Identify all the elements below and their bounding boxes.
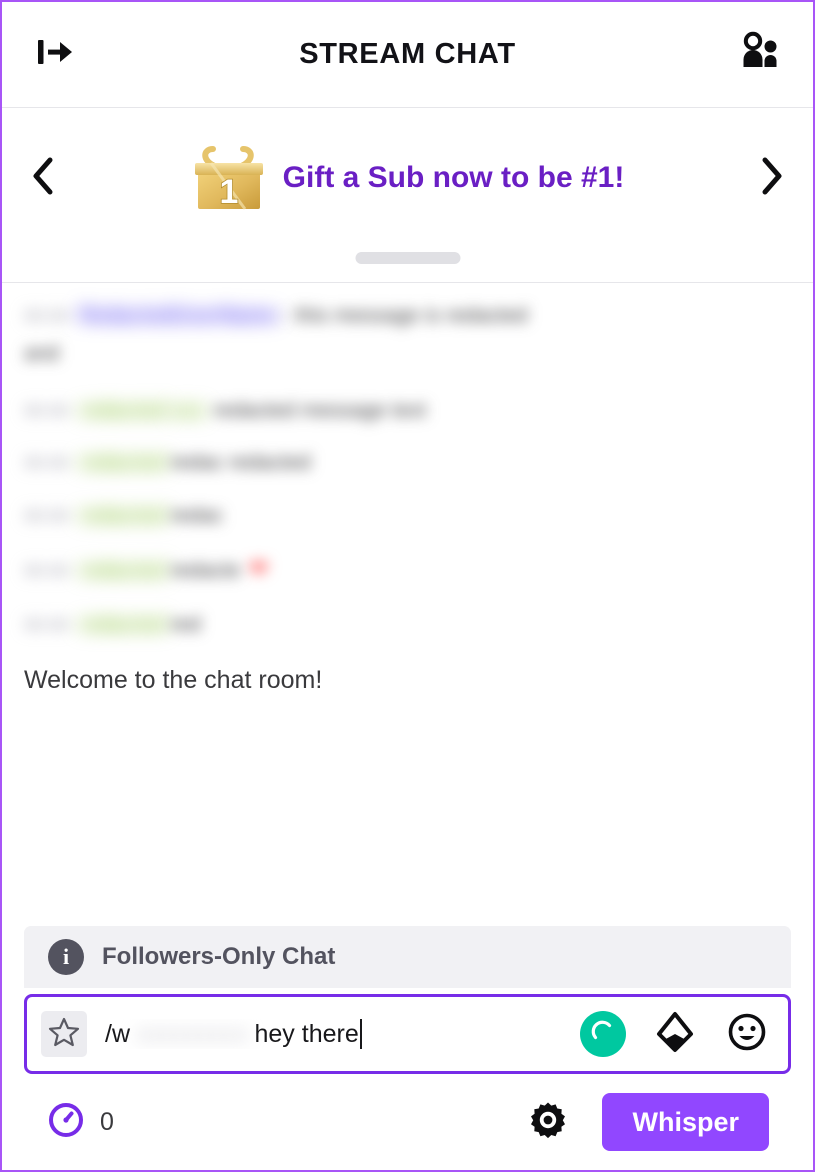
chat-input-container[interactable]: /w xxxxxxxxx hey there — [24, 994, 791, 1074]
message-timestamp: 00:00 — [24, 561, 70, 582]
channel-points-count: 0 — [100, 1107, 114, 1136]
message-list[interactable]: 00:00 RedactedUserName : this message is… — [2, 283, 813, 926]
promo-carousel: 1 Gift a Sub now to be #1! — [2, 108, 813, 283]
chat-input[interactable]: /w xxxxxxxxx hey there — [105, 1019, 566, 1049]
whisper-recipient-masked: xxxxxxxxx — [136, 1019, 249, 1048]
promo-banner[interactable]: 1 Gift a Sub now to be #1! — [66, 145, 749, 212]
channel-points-icon — [46, 1100, 86, 1145]
composer-footer: 0 Whisper — [24, 1074, 791, 1170]
carousel-next-button[interactable] — [749, 148, 795, 208]
message-body: redac — [170, 503, 224, 527]
list-item: 00:00 redacted redacte ❤ — [24, 553, 791, 588]
chat-composer: i Followers-Only Chat /w xxxxxxxxx hey t… — [2, 926, 813, 1170]
community-users-icon — [739, 31, 781, 78]
followers-only-label: Followers-Only Chat — [102, 943, 336, 970]
prime-loot-icon — [589, 1018, 617, 1051]
message-body: redacte — [170, 559, 241, 583]
list-item: 00:00 redacted xxx redacted message text — [24, 396, 791, 426]
message-body-wrap: and — [24, 342, 60, 366]
whisper-command: /w — [105, 1019, 130, 1048]
message-timestamp: 00:00 — [24, 400, 70, 421]
message-username[interactable]: redacted — [79, 396, 167, 426]
bits-diamond-icon — [656, 1011, 694, 1058]
system-welcome-message: Welcome to the chat room! — [24, 666, 323, 695]
carousel-prev-button[interactable] — [20, 148, 66, 208]
prime-loot-button[interactable] — [580, 1011, 626, 1057]
message-username[interactable]: redacted — [79, 610, 167, 640]
chevron-right-icon — [759, 155, 785, 202]
message-username[interactable]: redacted — [79, 501, 167, 531]
emote-picker-button[interactable] — [724, 1011, 770, 1057]
chat-header: STREAM CHAT — [2, 2, 813, 108]
svg-text:1: 1 — [219, 173, 238, 211]
message-timestamp: 00:00 — [24, 453, 70, 474]
page-title: STREAM CHAT — [299, 38, 516, 70]
panel-resize-handle[interactable] — [355, 252, 460, 264]
list-item: 00:00 redacted red — [24, 610, 791, 640]
send-whisper-button[interactable]: Whisper — [602, 1093, 769, 1151]
stream-chat-panel: STREAM CHAT 1 Gift a Sub now to be #1! 0… — [0, 0, 815, 1172]
channel-points-button[interactable]: 0 — [46, 1100, 114, 1145]
community-button[interactable] — [733, 28, 787, 82]
list-item: 00:00 RedactedUserName : this message is… — [24, 301, 791, 370]
message-separator: : — [281, 304, 288, 327]
promo-banner-text: Gift a Sub now to be #1! — [282, 161, 625, 194]
gear-icon — [528, 1100, 568, 1145]
chevron-left-icon — [30, 155, 56, 202]
message-body: this message is redacted — [295, 304, 528, 327]
message-username[interactable]: RedactedUserName — [79, 301, 277, 331]
list-item: 00:00 redacted redac redacted — [24, 448, 791, 478]
message-emote: ❤ — [248, 556, 269, 584]
followers-only-notice: i Followers-Only Chat — [24, 926, 791, 988]
composer-actions — [580, 1011, 770, 1057]
message-body: redacted message text — [213, 398, 427, 422]
message-body: red — [170, 612, 201, 636]
list-item: 00:00 redacted redac — [24, 501, 791, 531]
message-username[interactable]: redacted — [79, 556, 167, 586]
bits-button[interactable] — [652, 1011, 698, 1057]
collapse-chat-button[interactable] — [28, 28, 82, 82]
info-icon: i — [48, 939, 84, 975]
message-username[interactable]: redacted — [79, 448, 167, 478]
message-badge: xxx — [170, 398, 206, 422]
star-outline-icon — [48, 1016, 80, 1053]
message-timestamp: 00:00 — [24, 614, 70, 635]
favorite-emotes-button[interactable] — [41, 1011, 87, 1057]
emote-smiley-icon — [727, 1012, 767, 1057]
text-caret — [359, 1019, 362, 1049]
message-timestamp: 00:00 — [24, 306, 70, 326]
message-timestamp: 00:00 — [24, 505, 70, 526]
chat-input-value: hey there — [254, 1019, 359, 1048]
gift-box-icon: 1 — [191, 145, 267, 212]
collapse-right-icon — [35, 35, 75, 74]
chat-settings-button[interactable] — [522, 1096, 574, 1148]
message-body: redac redacted — [170, 451, 311, 475]
